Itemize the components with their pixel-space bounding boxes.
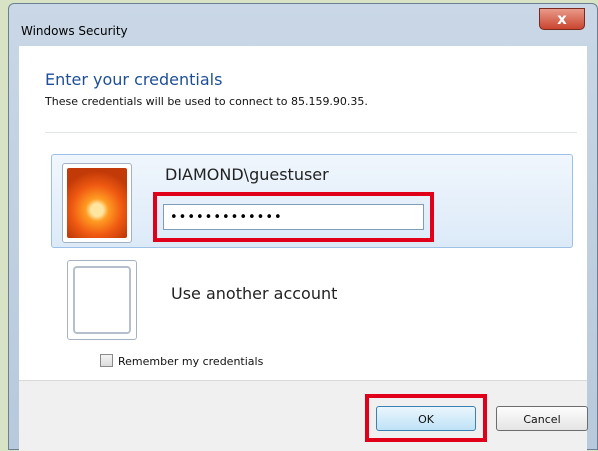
- remember-credentials[interactable]: Remember my credentials: [100, 354, 263, 368]
- remember-label: Remember my credentials: [118, 355, 264, 368]
- cancel-button[interactable]: Cancel: [496, 406, 588, 431]
- close-button[interactable]: x: [539, 8, 585, 30]
- close-icon: x: [557, 10, 567, 28]
- dialog-heading: Enter your credentials: [45, 70, 223, 89]
- separator: [45, 132, 577, 133]
- ok-button[interactable]: OK: [376, 406, 476, 431]
- remember-checkbox[interactable]: [100, 354, 113, 367]
- account-username: DIAMOND\guestuser: [165, 165, 329, 184]
- flower-avatar-icon: [62, 163, 132, 243]
- saved-account-tile[interactable]: DIAMOND\guestuser: [51, 154, 573, 248]
- use-another-account-label[interactable]: Use another account: [171, 284, 337, 303]
- blank-avatar-icon[interactable]: [67, 260, 137, 340]
- dialog-subtext: These credentials will be used to connec…: [45, 95, 368, 108]
- password-highlight: [153, 192, 434, 242]
- windows-security-dialog: Windows Security x Enter your credential…: [8, 3, 598, 451]
- dialog-content: Enter your credentials These credentials…: [19, 46, 588, 451]
- password-input[interactable]: [163, 204, 424, 230]
- window-title: Windows Security: [21, 24, 128, 38]
